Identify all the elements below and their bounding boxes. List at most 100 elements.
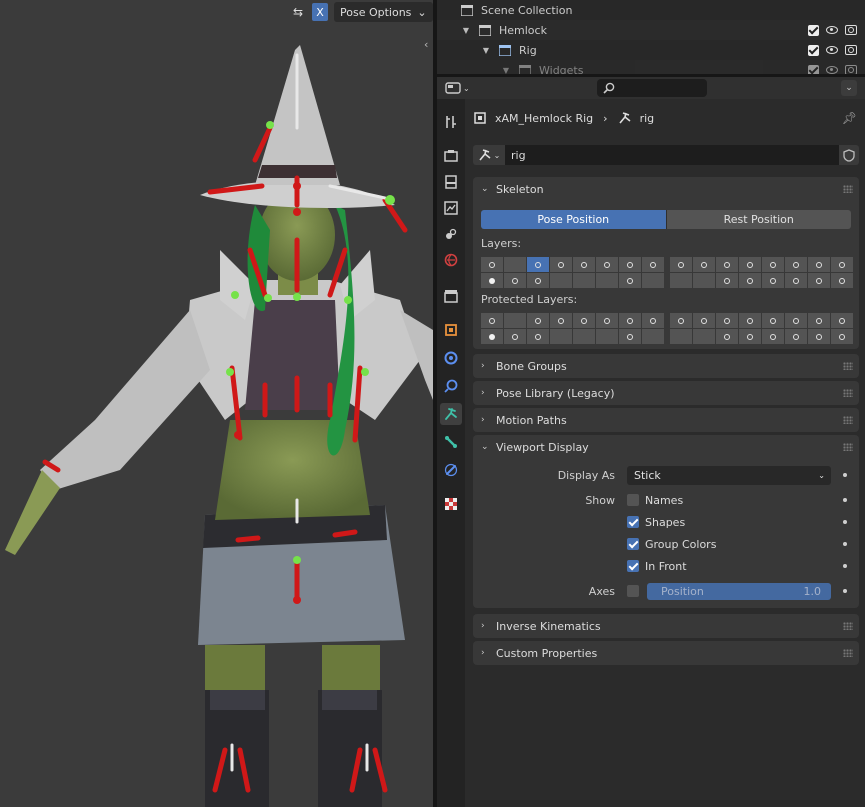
pin-icon[interactable]: 📌︎ xyxy=(842,111,857,125)
tab-output[interactable] xyxy=(440,171,462,193)
expand-arrow-icon[interactable]: ▼ xyxy=(481,46,491,55)
layer-toggle[interactable] xyxy=(619,313,641,328)
keyframe-dot[interactable] xyxy=(843,498,847,502)
layer-toggle[interactable] xyxy=(596,257,618,272)
mirror-icon[interactable]: ⇆ xyxy=(290,4,306,20)
in-front-checkbox[interactable]: In Front xyxy=(627,558,687,574)
display-as-dropdown[interactable]: Stick ⌄ xyxy=(627,465,831,485)
layer-toggle[interactable] xyxy=(642,329,664,344)
drag-grip-icon[interactable] xyxy=(843,389,853,397)
layer-toggle[interactable] xyxy=(693,329,715,344)
pose-options-dropdown[interactable]: Pose Options ⌄ xyxy=(334,2,433,22)
layer-toggle[interactable] xyxy=(596,273,618,288)
layer-toggle[interactable] xyxy=(670,329,692,344)
axes-checkbox[interactable] xyxy=(627,583,639,599)
layer-toggle[interactable] xyxy=(527,273,549,288)
tab-particles[interactable] xyxy=(440,375,462,397)
datablock-browse-button[interactable]: ⌄ xyxy=(473,145,505,165)
layer-toggle[interactable] xyxy=(739,313,761,328)
keyframe-dot[interactable] xyxy=(843,589,847,593)
exclude-checkbox[interactable] xyxy=(808,64,819,74)
eye-icon[interactable] xyxy=(826,26,838,34)
outliner-row-hemlock[interactable]: ▼ Hemlock xyxy=(437,20,865,40)
layer-toggle[interactable] xyxy=(716,257,738,272)
layer-toggle[interactable] xyxy=(619,273,641,288)
sidebar-collapse-icon[interactable]: ‹ xyxy=(424,38,428,51)
eye-icon[interactable] xyxy=(826,66,838,74)
tab-bone[interactable] xyxy=(440,431,462,453)
layer-toggle[interactable] xyxy=(527,257,549,272)
keyframe-dot[interactable] xyxy=(843,473,847,477)
tab-scene[interactable] xyxy=(440,223,462,245)
layer-toggle[interactable] xyxy=(762,313,784,328)
layer-toggle[interactable] xyxy=(831,329,853,344)
tab-render[interactable] xyxy=(440,145,462,167)
layer-toggle[interactable] xyxy=(619,329,641,344)
pose-position-button[interactable]: Pose Position xyxy=(481,210,666,229)
camera-icon[interactable] xyxy=(845,65,857,74)
layer-toggle[interactable] xyxy=(550,273,572,288)
drag-grip-icon[interactable] xyxy=(843,416,853,424)
layer-toggle[interactable] xyxy=(573,273,595,288)
layer-toggle[interactable] xyxy=(693,257,715,272)
checkbox-box[interactable] xyxy=(627,560,639,572)
layer-toggle[interactable] xyxy=(596,313,618,328)
checkbox-box[interactable] xyxy=(627,494,639,506)
layer-toggle[interactable] xyxy=(504,273,526,288)
layer-toggle[interactable] xyxy=(831,313,853,328)
motion-paths-panel[interactable]: › Motion Paths xyxy=(473,408,859,432)
eye-icon[interactable] xyxy=(826,46,838,54)
drag-grip-icon[interactable] xyxy=(843,362,853,370)
drag-grip-icon[interactable] xyxy=(843,622,853,630)
camera-icon[interactable] xyxy=(845,45,857,55)
layer-toggle[interactable] xyxy=(642,313,664,328)
layer-toggle[interactable] xyxy=(808,329,830,344)
layer-toggle[interactable] xyxy=(596,329,618,344)
layer-toggle[interactable] xyxy=(550,313,572,328)
checkbox-box[interactable] xyxy=(627,516,639,528)
outliner-row-scene-collection[interactable]: Scene Collection xyxy=(437,0,865,20)
datablock-name-field[interactable]: rig xyxy=(505,145,839,165)
layer-toggle[interactable] xyxy=(573,313,595,328)
outliner-row-widgets[interactable]: ▼ Widgets xyxy=(437,60,865,74)
keyframe-dot[interactable] xyxy=(843,520,847,524)
tab-object-data-armature[interactable] xyxy=(440,403,462,425)
tab-tool[interactable] xyxy=(440,111,462,133)
expand-arrow-icon[interactable]: ▼ xyxy=(461,26,471,35)
rest-position-button[interactable]: Rest Position xyxy=(665,210,851,229)
tab-collection[interactable] xyxy=(440,285,462,307)
tab-texture[interactable] xyxy=(440,493,462,515)
checkbox-box[interactable] xyxy=(627,538,639,550)
skeleton-panel-header[interactable]: ⌄ Skeleton xyxy=(473,177,859,201)
layer-toggle[interactable] xyxy=(785,257,807,272)
layer-toggle[interactable] xyxy=(739,273,761,288)
layer-toggle[interactable] xyxy=(481,257,503,272)
expand-arrow-icon[interactable]: ▼ xyxy=(501,66,511,75)
inverse-kinematics-panel[interactable]: › Inverse Kinematics xyxy=(473,614,859,638)
layer-toggle[interactable] xyxy=(785,313,807,328)
outliner-row-rig[interactable]: ▼ Rig xyxy=(437,40,865,60)
drag-grip-icon[interactable] xyxy=(843,443,853,451)
exclude-checkbox[interactable] xyxy=(808,24,819,36)
layer-toggle[interactable] xyxy=(481,329,503,344)
options-dropdown[interactable]: ⌄ xyxy=(841,80,857,96)
layer-toggle[interactable] xyxy=(808,313,830,328)
layer-toggle[interactable] xyxy=(739,257,761,272)
fake-user-shield-icon[interactable] xyxy=(839,145,859,165)
tab-view-layer[interactable] xyxy=(440,197,462,219)
layer-toggle[interactable] xyxy=(504,329,526,344)
layer-toggle[interactable] xyxy=(481,273,503,288)
3d-viewport[interactable]: ⇆ X Pose Options ⌄ ‹ xyxy=(0,0,433,807)
layer-toggle[interactable] xyxy=(642,273,664,288)
layer-toggle[interactable] xyxy=(693,313,715,328)
layer-toggle[interactable] xyxy=(716,273,738,288)
drag-grip-icon[interactable] xyxy=(843,185,853,193)
camera-icon[interactable] xyxy=(845,25,857,35)
axes-position-slider[interactable]: Position 1.0 xyxy=(647,582,831,600)
layer-toggle[interactable] xyxy=(693,273,715,288)
shapes-checkbox[interactable]: Shapes xyxy=(627,514,685,530)
search-input[interactable] xyxy=(597,79,707,97)
layer-toggle[interactable] xyxy=(550,257,572,272)
layer-toggle[interactable] xyxy=(642,257,664,272)
layer-toggle[interactable] xyxy=(716,329,738,344)
